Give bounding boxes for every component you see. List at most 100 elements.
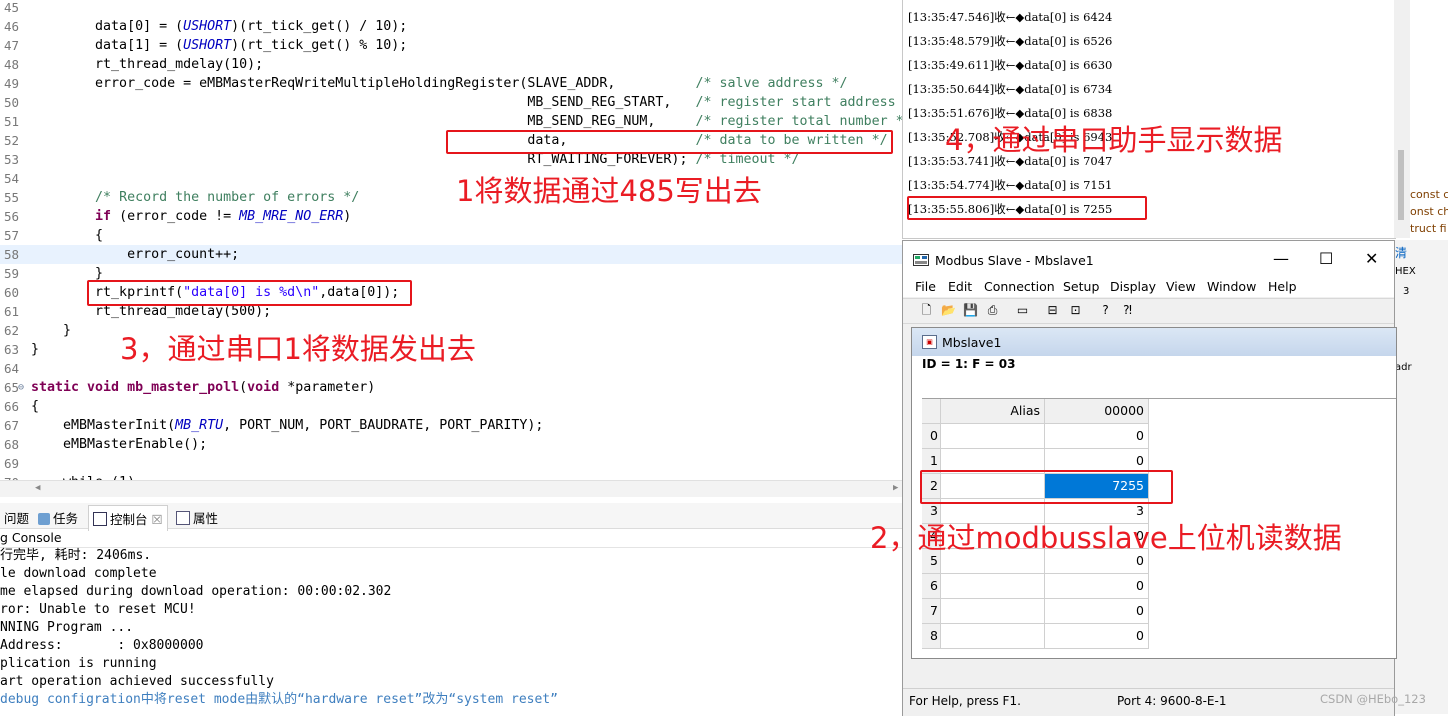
terminal-line: [13:35:47.546]收←◆data[0] is 6424 [908, 10, 1113, 24]
code-line[interactable]: 45 [0, 0, 905, 17]
menu-file[interactable]: File [915, 279, 936, 294]
code-text: /* Record the number of errors */ [95, 190, 360, 205]
row-header[interactable]: 0 [922, 424, 941, 449]
code-line[interactable]: 48 rt_thread_mdelay(10); [0, 55, 905, 74]
line-number: 48 [4, 57, 20, 72]
register-value-cell[interactable]: 0 [1045, 424, 1149, 449]
register-value-cell[interactable]: 0 [1045, 599, 1149, 624]
code-line[interactable]: 65 ⊖ static void mb_master_poll(void *para… [0, 378, 905, 397]
line-number: 57 [4, 228, 20, 243]
context-help-icon[interactable]: ⁈ [1120, 303, 1135, 318]
close-icon[interactable]: ✕ [1365, 249, 1378, 268]
column-header-alias[interactable]: Alias [941, 399, 1045, 424]
menu-window[interactable]: Window [1207, 279, 1256, 294]
menu-edit[interactable]: Edit [948, 279, 972, 294]
column-header-address[interactable]: 00000 [1045, 399, 1149, 424]
status-help-text: For Help, press F1. [909, 694, 1021, 708]
code-line[interactable]: 69 [0, 454, 905, 473]
tab-properties[interactable]: 属性 [176, 508, 218, 527]
code-line[interactable]: 66 { [0, 397, 905, 416]
alias-cell[interactable] [941, 424, 1045, 449]
code-line[interactable]: 70 while (1) [0, 473, 905, 480]
tab-console[interactable]: 控制台 ☒ [88, 505, 168, 531]
console-line: debug configration中将reset mode由默认的“hardw… [0, 692, 558, 707]
console-line: 行完毕, 耗时: 2406ms. [0, 548, 152, 563]
line-number: 50 [4, 95, 20, 110]
menu-bar: File Edit Connection Setup Display View … [903, 277, 1394, 297]
alias-cell[interactable] [941, 624, 1045, 649]
code-text: { [31, 399, 40, 414]
code-line[interactable]: 56 if (error_code != MB_MRE_NO_ERR) [0, 207, 905, 226]
child-title-bar[interactable]: ▣ Mbslave1 [912, 328, 1396, 356]
row-header[interactable]: 8 [922, 624, 941, 649]
annotation-step-2: 2，通过modbusslave上位机读数据 [870, 521, 1342, 555]
fold-toggle-icon[interactable]: ⊖ [18, 378, 24, 397]
code-text: { [31, 228, 104, 243]
open-folder-icon[interactable]: 📂 [941, 303, 956, 318]
menu-display[interactable]: Display [1110, 279, 1156, 294]
menu-view[interactable]: View [1166, 279, 1196, 294]
editor-horizontal-scrollbar[interactable]: ◀ ▶ [0, 480, 905, 497]
alias-cell[interactable] [941, 599, 1045, 624]
register-value-cell[interactable]: 0 [1045, 624, 1149, 649]
code-line[interactable]: 54 [0, 169, 905, 188]
print-icon[interactable]: ⎙ [985, 303, 1000, 318]
help-icon[interactable]: ? [1098, 303, 1113, 318]
scroll-left-icon[interactable]: ◀ [35, 483, 40, 493]
register-value-cell[interactable]: 0 [1045, 574, 1149, 599]
terminal-scrollbar[interactable] [1394, 0, 1410, 238]
window-title-bar[interactable]: Modbus Slave - Mbslave1 — ☐ ✕ [903, 241, 1394, 279]
code-line[interactable]: 58 error_count++; [0, 245, 905, 264]
side-text-6: adr [1395, 362, 1412, 373]
tasks-icon [38, 513, 50, 525]
alias-cell[interactable] [941, 574, 1045, 599]
side-text-5: 3 [1403, 286, 1410, 297]
menu-help[interactable]: Help [1268, 279, 1297, 294]
side-text-3: 清 [1395, 246, 1408, 260]
disabled-print-icon: ⊡ [1070, 303, 1081, 317]
code-line[interactable]: 55 /* Record the number of errors */ [0, 188, 905, 207]
row-header[interactable]: 7 [922, 599, 941, 624]
line-number: 62 [4, 323, 20, 338]
code-line[interactable]: 49 error_code = eMBMasterReqWriteMultipl… [0, 74, 905, 93]
code-line[interactable]: 67 eMBMasterInit(MB_RTU, PORT_NUM, PORT_… [0, 416, 905, 435]
scrollbar-thumb[interactable] [1398, 150, 1404, 220]
menu-connection[interactable]: Connection [984, 279, 1055, 294]
highlight-kprintf-line [87, 280, 412, 306]
menu-setup[interactable]: Setup [1063, 279, 1099, 294]
line-number: 70 [4, 473, 26, 480]
code-text: } [31, 323, 72, 338]
tab-tasks[interactable]: 任务 [38, 508, 78, 527]
scroll-right-icon[interactable]: ▶ [893, 483, 898, 493]
side-text-4: HEX [1395, 266, 1416, 277]
minimize-icon[interactable]: — [1273, 249, 1289, 268]
window-title: Modbus Slave - Mbslave1 [935, 253, 1094, 268]
panel-tab-bar: 问题 任务 控制台 ☒ 属性 [0, 503, 905, 531]
line-number: 49 [4, 76, 20, 91]
row-header[interactable]: 6 [922, 574, 941, 599]
maximize-icon[interactable]: ☐ [1319, 249, 1333, 268]
tab-problems[interactable]: 问题 [4, 508, 29, 527]
line-number: 61 [4, 304, 20, 319]
tab-close-icon[interactable]: ☒ [152, 512, 163, 527]
window-icon[interactable]: ▭ [1015, 303, 1030, 318]
code-line[interactable]: 50 MB_SEND_REG_START, /* register start … [0, 93, 905, 112]
side-text-0: const c [1410, 188, 1448, 201]
properties-icon [176, 511, 190, 525]
code-text: MB_SEND_REG_START, /* register start add… [31, 95, 905, 110]
code-line[interactable]: 47 data[1] = (USHORT)(rt_tick_get() % 10… [0, 36, 905, 55]
console-line: plication is running [0, 656, 157, 671]
code-line[interactable]: 68 eMBMasterEnable(); [0, 435, 905, 454]
line-number: 60 [4, 285, 20, 300]
code-text: while (1) [31, 473, 135, 480]
code-line[interactable]: 51 MB_SEND_REG_NUM, /* register total nu… [0, 112, 905, 131]
document-icon: ▣ [922, 335, 937, 349]
save-icon[interactable]: 💾 [963, 303, 978, 318]
line-number: 53 [4, 152, 20, 167]
toolbar: 🗋 📂 💾 ⎙ ▭ ⊟ ⊡ ? ⁈ [903, 298, 1394, 324]
comm-traffic-icon[interactable]: ⊟ [1045, 303, 1060, 318]
code-editor[interactable]: 45 46 data[0] = (USHORT)(rt_tick_get() / … [0, 0, 905, 480]
code-line[interactable]: 57 { [0, 226, 905, 245]
new-file-icon[interactable]: 🗋 [919, 303, 934, 318]
code-line[interactable]: 46 data[0] = (USHORT)(rt_tick_get() / 10… [0, 17, 905, 36]
